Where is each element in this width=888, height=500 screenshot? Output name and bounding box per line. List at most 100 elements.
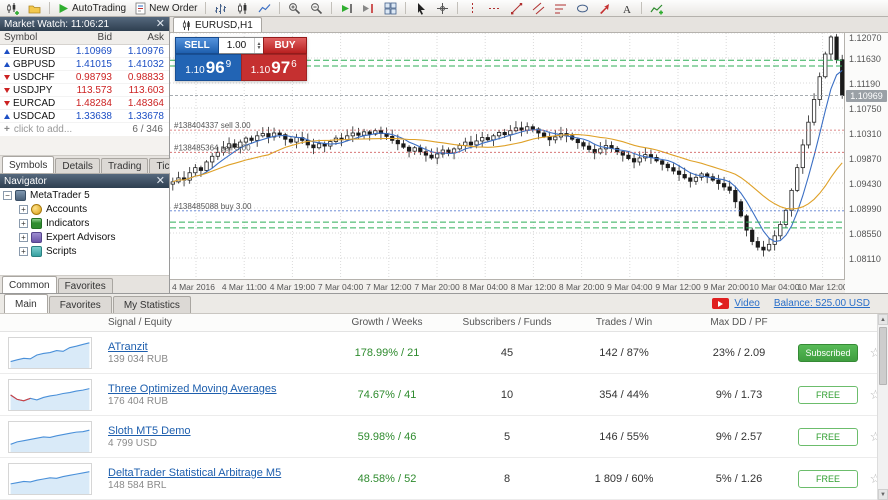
tab-my-statistics[interactable]: My Statistics (112, 296, 191, 313)
column-bid[interactable]: Bid (64, 32, 116, 43)
vertical-line-button[interactable] (462, 1, 483, 16)
vertical-scrollbar[interactable]: ▲ ▼ (877, 314, 888, 500)
market-watch-row[interactable]: USDJPY 113.573 113.603 (0, 84, 169, 97)
tree-item-expert-advisors[interactable]: + Expert Advisors (0, 230, 169, 244)
spinner-down-icon[interactable]: ▼ (257, 45, 262, 50)
subscribed-button[interactable]: Subscribed (798, 343, 858, 362)
tab-details[interactable]: Details (55, 158, 100, 173)
market-watch-row[interactable]: EURUSD 1.10969 1.10976 (0, 45, 169, 58)
profiles-button[interactable] (24, 1, 45, 16)
signal-row[interactable]: ATranzit 139 034 RUB 178.99% / 21 45 142 / 8… (0, 332, 888, 374)
chart-time-axis[interactable]: 4 Mar 2016 4 Mar 11:00 4 Mar 19:00 7 Mar 04… (170, 279, 848, 293)
scrollbar-thumb[interactable] (879, 327, 887, 385)
expand-icon[interactable]: + (19, 218, 28, 228)
auto-scroll-button[interactable] (336, 1, 357, 16)
signal-row[interactable]: DeltaTrader Statistical Arbitrage M5 148 … (0, 458, 888, 500)
cursor-button[interactable] (410, 1, 431, 16)
signal-name-link[interactable]: DeltaTrader Statistical Arbitrage M5 (108, 467, 323, 479)
signal-equity: 148 584 BRL (108, 479, 167, 491)
column-trades-win[interactable]: Trades / Win (563, 317, 685, 328)
arrow-tool-button[interactable] (594, 1, 615, 16)
free-button[interactable]: FREE (798, 385, 858, 404)
tree-item-indicators[interactable]: + Indicators (0, 216, 169, 230)
signal-row[interactable]: Three Optimized Moving Averages 176 404 R… (0, 374, 888, 416)
close-icon[interactable]: ✕ (156, 176, 165, 187)
market-watch-row[interactable]: USDCHF 0.98793 0.98833 (0, 71, 169, 84)
chart-area: EURUSD,H1 #138404337 sell 3.00 #138485364… (170, 17, 888, 293)
chart-price-axis[interactable]: 1.12070 1.11630 1.11190 1.10750 1.10310 1.098… (845, 33, 888, 293)
autotrading-button[interactable]: AutoTrading (54, 1, 130, 16)
tab-symbols[interactable]: Symbols (2, 156, 55, 173)
equidistant-channel-icon (533, 2, 545, 14)
scroll-up-icon[interactable]: ▲ (878, 314, 888, 325)
tab-common[interactable]: Common (2, 276, 57, 293)
sell-price-box[interactable]: 1.10 96 9 (175, 54, 241, 81)
fibonacci-button[interactable] (550, 1, 571, 16)
zoom-in-button[interactable] (284, 1, 305, 16)
tree-item-accounts[interactable]: + Accounts (0, 202, 169, 216)
tab-favorites[interactable]: Favorites (57, 278, 113, 293)
volume-stepper[interactable]: ▲ ▼ (254, 38, 263, 53)
video-link[interactable]: Video (734, 298, 759, 309)
tab-main[interactable]: Main (4, 294, 48, 313)
horizontal-line-button[interactable] (484, 1, 505, 16)
expand-icon[interactable]: + (19, 204, 28, 214)
price-label: 1.08990 (849, 203, 882, 214)
sell-button[interactable]: SELL (175, 37, 219, 54)
column-maxdd-pf[interactable]: Max DD / PF (685, 317, 793, 328)
new-order-button[interactable]: New Order (131, 1, 201, 16)
candlestick-chart-button[interactable] (232, 1, 253, 16)
tick-up-icon (4, 48, 10, 54)
add-symbol-row[interactable]: + click to add... 6 / 346 (0, 123, 169, 136)
new-chart-button[interactable] (2, 1, 23, 16)
buy-price-box[interactable]: 1.10 97 6 (240, 54, 307, 81)
tab-favorites[interactable]: Favorites (48, 296, 112, 313)
column-signal-equity[interactable]: Signal / Equity (98, 317, 323, 328)
sell-price-prefix: 1.10 (185, 64, 205, 76)
column-growth-weeks[interactable]: Growth / Weeks (323, 317, 451, 328)
signal-name-link[interactable]: ATranzit (108, 341, 323, 353)
market-watch-row[interactable]: EURCAD 1.48284 1.48364 (0, 97, 169, 110)
indicators-button[interactable] (646, 1, 667, 16)
text-tool-button[interactable]: A (616, 1, 637, 16)
video-icon[interactable] (712, 298, 730, 309)
line-chart-button[interactable] (254, 1, 275, 16)
free-button[interactable]: FREE (798, 469, 858, 488)
chart-tab-eurusd-h1[interactable]: EURUSD,H1 (173, 17, 262, 32)
market-watch-row[interactable]: GBPUSD 1.41015 1.41032 (0, 58, 169, 71)
buy-button[interactable]: BUY (263, 37, 307, 54)
toolbar-separator (457, 2, 459, 14)
zoom-out-button[interactable] (306, 1, 327, 16)
equidistant-channel-button[interactable] (528, 1, 549, 16)
scroll-down-icon[interactable]: ▼ (878, 489, 888, 500)
zoom-in-icon (289, 2, 301, 14)
signal-name-link[interactable]: Three Optimized Moving Averages (108, 383, 323, 395)
tree-item-metatrader-5[interactable]: − MetaTrader 5 (0, 188, 169, 202)
balance-link[interactable]: Balance: 525.00 USD (774, 298, 870, 309)
close-icon[interactable]: ✕ (156, 19, 165, 30)
tile-windows-button[interactable] (380, 1, 401, 16)
expand-icon[interactable]: + (19, 232, 28, 242)
tab-trading[interactable]: Trading (100, 158, 149, 173)
chart-shift-button[interactable] (358, 1, 379, 16)
ellipse-tool-button[interactable] (572, 1, 593, 16)
free-button[interactable]: FREE (798, 427, 858, 446)
signal-name-cell: Three Optimized Moving Averages 176 404 R… (98, 383, 323, 407)
collapse-icon[interactable]: − (3, 190, 12, 200)
market-watch-titlebar[interactable]: Market Watch: 11:06:21 ✕ (0, 17, 169, 31)
market-watch-row[interactable]: USDCAD 1.33638 1.33678 (0, 110, 169, 123)
column-ask[interactable]: Ask (116, 32, 168, 43)
volume-value[interactable]: 1.00 (219, 40, 254, 51)
signal-row[interactable]: Sloth MT5 Demo 4 799 USD 59.98% / 46 5 146 /… (0, 416, 888, 458)
trendline-button[interactable] (506, 1, 527, 16)
crosshair-button[interactable] (432, 1, 453, 16)
navigator-titlebar[interactable]: Navigator ✕ (0, 174, 169, 188)
tree-item-scripts[interactable]: + Scripts (0, 244, 169, 258)
signal-name-link[interactable]: Sloth MT5 Demo (108, 425, 323, 437)
bar-chart-button[interactable] (210, 1, 231, 16)
volume-field[interactable]: 1.00 ▲ ▼ (219, 37, 263, 54)
expand-icon[interactable]: + (19, 246, 28, 256)
column-subscribers-funds[interactable]: Subscribers / Funds (451, 317, 563, 328)
column-symbol[interactable]: Symbol (0, 32, 64, 43)
chart-body[interactable]: #138404337 sell 3.00 #138485364 sell 3.00… (170, 32, 888, 293)
